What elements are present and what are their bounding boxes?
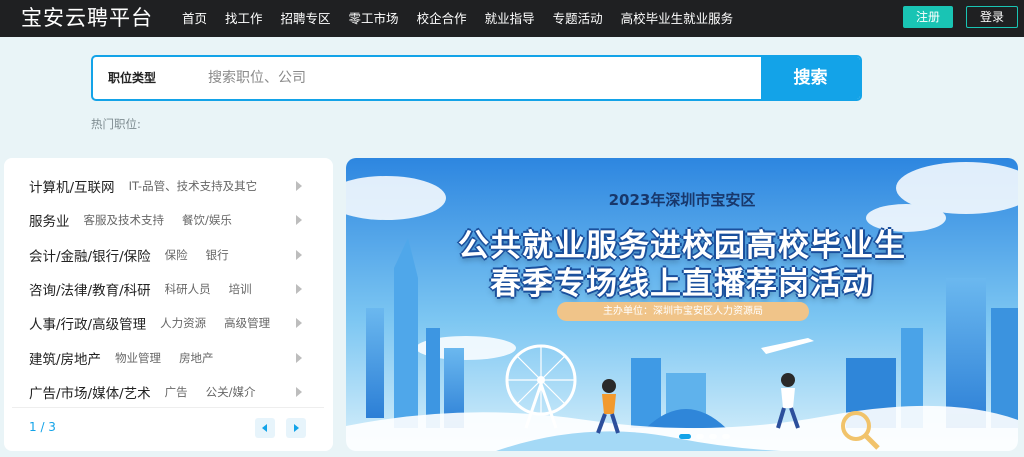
category-row[interactable]: 咨询/法律/教育/科研 科研人员 培训 [4,272,333,306]
chevron-right-icon [296,181,302,191]
event-banner[interactable]: 2023年深圳市宝安区 公共就业服务进校园高校毕业生 春季专场线上直播荐岗活动 … [346,158,1018,451]
category-name[interactable]: 咨询/法律/教育/科研 [29,279,151,299]
carousel-dot[interactable] [696,434,704,439]
main-nav: 首页 找工作 招聘专区 零工市场 校企合作 就业指导 专题活动 高校毕业生就业服… [182,0,751,37]
category-row[interactable]: 计算机/互联网 IT-品管、技术支持及其它 [4,169,333,203]
carousel-dots [679,434,735,439]
search-bar: 职位类型 搜索 [91,55,862,101]
prev-page-button[interactable] [255,418,275,438]
next-page-button[interactable] [286,418,306,438]
category-name[interactable]: 建筑/房地产 [29,348,101,368]
register-button[interactable]: 注册 [903,6,953,28]
nav-home[interactable]: 首页 [182,0,207,37]
banner-organizer: 主办单位：深圳市宝安区人力资源局 [557,302,809,321]
nav-special-events[interactable]: 专题活动 [553,0,603,37]
search-button[interactable]: 搜索 [761,57,860,99]
carousel-dot[interactable] [722,434,730,439]
category-sub-link[interactable]: 高级管理 [224,315,270,331]
category-row[interactable]: 广告/市场/媒体/艺术 广告 公关/媒介 [4,375,333,409]
nav-recruit-zone[interactable]: 招聘专区 [281,0,331,37]
banner-year-line: 2023年深圳市宝安区 [608,191,756,209]
category-row[interactable]: 人事/行政/高级管理 人力资源 高级管理 [4,306,333,340]
chevron-right-icon [296,352,302,363]
top-navbar: 宝安云聘平台 首页 找工作 招聘专区 零工市场 校企合作 就业指导 专题活动 高… [0,0,1024,37]
site-logo[interactable]: 宝安云聘平台 [21,3,153,33]
nav-graduate-service[interactable]: 高校毕业生就业服务 [621,0,734,37]
chevron-left-icon [262,424,267,432]
category-sub-link[interactable]: 物业管理 [115,350,161,366]
category-row[interactable]: 建筑/房地产 物业管理 房地产 [4,341,333,375]
category-sub-link[interactable]: 银行 [206,247,229,263]
category-sub-link[interactable]: 房地产 [179,350,214,366]
chevron-right-icon [296,283,302,294]
category-sub-link[interactable]: 保险 [165,247,188,263]
chevron-right-icon [296,215,302,226]
carousel-dot[interactable] [679,434,691,439]
category-name[interactable]: 服务业 [29,210,70,230]
category-pager: 1 / 3 [29,420,56,434]
category-sub-link[interactable]: 公关/媒介 [206,384,256,400]
category-name[interactable]: 会计/金融/银行/保险 [29,245,151,265]
login-button[interactable]: 登录 [966,6,1018,28]
banner-title-line2: 春季专场线上直播荐岗活动 [490,266,874,302]
nav-gig-market[interactable]: 零工市场 [349,0,399,37]
job-type-selector[interactable]: 职位类型 [108,57,156,99]
nav-career-guide[interactable]: 就业指导 [485,0,535,37]
category-sub-link[interactable]: 人力资源 [160,315,206,331]
category-sub-link[interactable]: 科研人员 [165,281,211,297]
nav-school-enterprise[interactable]: 校企合作 [417,0,467,37]
category-name[interactable]: 计算机/互联网 [29,176,115,196]
category-name[interactable]: 广告/市场/媒体/艺术 [29,382,151,402]
category-sub-link[interactable]: 广告 [165,384,188,400]
category-sub-link[interactable]: 客服及技术支持 [84,212,165,228]
category-sub-link[interactable]: 培训 [229,281,252,297]
hot-jobs-label: 热门职位: [91,117,141,131]
category-name[interactable]: 人事/行政/高级管理 [29,313,146,333]
category-row[interactable]: 会计/金融/银行/保险 保险 银行 [4,238,333,272]
category-sub-link[interactable]: IT-品管、技术支持及其它 [129,178,258,194]
carousel-dot[interactable] [709,434,717,439]
category-row[interactable]: 服务业 客服及技术支持 餐饮/娱乐 [4,203,333,237]
search-input[interactable] [208,65,728,91]
chevron-right-icon [296,386,302,397]
divider [12,407,324,408]
chevron-right-icon [296,318,302,329]
category-sub-link[interactable]: 餐饮/娱乐 [182,212,232,228]
nav-find-job[interactable]: 找工作 [225,0,263,37]
chevron-right-icon [296,249,302,260]
chevron-right-icon [294,424,299,432]
